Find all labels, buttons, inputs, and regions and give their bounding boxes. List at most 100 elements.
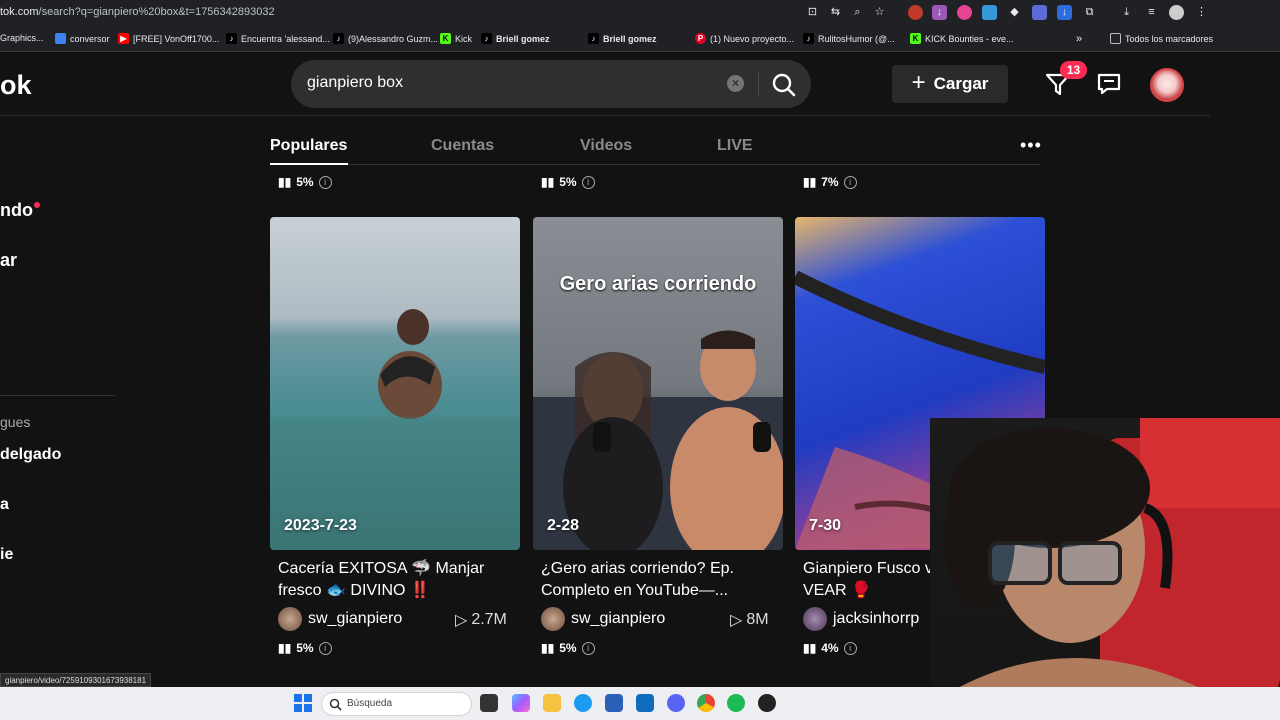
video-thumbnail[interactable]: 2023-7-23 [270,217,520,550]
app-icon[interactable] [758,694,776,712]
taskbar-search-placeholder: Búsqueda [347,698,393,709]
webcam-overlay [930,418,1280,698]
extension-diamond-icon[interactable]: ◆ [1007,5,1022,20]
bookmark-item[interactable]: Graphics... [0,33,44,43]
tiktok-icon: ♪ [333,33,344,44]
user-avatar[interactable] [1150,68,1184,102]
tab-live[interactable]: LIVE [717,137,753,155]
bookmark-item[interactable]: K KICK Bounties - eve... [910,33,1014,44]
bookmark-item[interactable]: conversor [55,33,110,44]
extension-icon-7[interactable]: ↓ [1057,5,1072,20]
extensions-puzzle-icon[interactable]: ⧉ [1082,5,1097,20]
tiktok-logo[interactable]: ok [0,70,32,101]
store-icon[interactable] [605,694,623,712]
video-date: 7-30 [809,517,842,534]
sidebar-account[interactable]: ie [0,546,13,564]
bookmark-item[interactable]: ♪ Briell gomez [588,33,657,44]
bookmark-item[interactable]: K Kick [440,33,472,44]
sidebar-account[interactable]: delgado [0,446,61,464]
sidebar-item-siguiendo[interactable]: ndo [0,200,33,221]
info-icon[interactable]: i [581,641,595,655]
video-title[interactable]: ¿Gero arias corriendo? Ep. Completo en Y… [541,558,781,602]
author-name: sw_gianpiero [308,610,403,627]
clear-search-icon[interactable]: × [727,75,744,92]
bookmark-item[interactable]: ♪ RulitosHumor (@... [803,33,895,44]
bookmark-star-icon[interactable]: ☆ [872,5,887,20]
taskbar-search[interactable]: Búsqueda [321,692,472,716]
downloads-icon[interactable]: ⤓ [1119,5,1134,20]
bar-chart-icon: ▮▮ [803,641,817,655]
views-value: 8M [746,611,769,628]
extension-icon-3[interactable] [957,5,972,20]
media-icon[interactable]: ≡ [1144,5,1159,20]
video-author[interactable]: sw_gianpiero [541,607,665,631]
bar-chart-icon: ▮▮ [541,641,555,655]
search-button[interactable] [765,68,803,100]
stat-value: 5% [559,175,577,189]
bookmark-item[interactable]: ♪ Encuentra 'alessand... [226,33,330,44]
bookmark-item[interactable]: P (1) Nuevo proyecto... [695,33,794,44]
sidebar-divider [0,395,115,396]
video-author[interactable]: sw_gianpiero [278,607,402,631]
copilot-icon[interactable] [512,694,530,712]
file-explorer-icon[interactable] [543,694,561,712]
folder-icon [1110,33,1121,44]
sidebar-item-explorar[interactable]: ar [0,250,17,271]
chrome-menu-icon[interactable]: ⋮ [1194,5,1209,20]
bar-chart-icon: ▮▮ [278,175,292,189]
bookmark-item[interactable]: ♪ Briell gomez [481,33,550,44]
video-thumbnail[interactable]: Gero arias corriendo 2-28 [533,217,783,550]
engagement-stat: ▮▮ 5% i [541,175,595,189]
stat-value: 7% [821,175,839,189]
more-bookmarks-icon[interactable]: » [1076,33,1082,45]
video-author[interactable]: jacksinhorrp [803,607,919,631]
all-bookmarks-folder[interactable]: Todos los marcadores [1110,33,1213,44]
new-content-dot [34,202,40,208]
bookmark-label: RulitosHumor (@... [818,33,895,44]
profile-icon[interactable] [1169,5,1184,20]
tiktok-icon: ♪ [803,33,814,44]
download-extension-icon[interactable]: ↓ [932,5,947,20]
sidebar-account[interactable]: a [0,496,9,514]
info-icon[interactable]: i [318,175,332,189]
url-field[interactable]: tok.com/search?q=gianpiero%20box&t=17563… [0,6,275,18]
youtube-icon: ▶ [118,33,129,44]
search-input[interactable]: gianpiero box [307,74,403,92]
extension-icon-4[interactable] [982,5,997,20]
task-view-icon[interactable] [480,694,498,712]
extension-icon-6[interactable] [1032,5,1047,20]
tab-cuentas[interactable]: Cuentas [431,137,494,155]
spotify-icon[interactable] [727,694,745,712]
outlook-icon[interactable] [636,694,654,712]
install-app-icon[interactable]: ⊡ [805,5,820,20]
engagement-stat: ▮▮ 5% i [541,641,595,655]
active-tab-indicator [270,163,348,165]
info-icon[interactable]: i [843,175,857,189]
windows-start-icon[interactable] [294,694,312,712]
bar-chart-icon: ▮▮ [803,175,817,189]
info-icon[interactable]: i [581,175,595,189]
info-icon[interactable]: i [318,641,332,655]
tab-populares[interactable]: Populares [270,137,347,155]
bookmark-item[interactable]: ▶ [FREE] VonOff1700... [118,33,219,44]
upload-button[interactable]: + Cargar [892,65,1008,103]
bookmark-label: Graphics... [0,33,44,43]
zoom-icon[interactable]: ⌕ [850,5,865,20]
edge-icon[interactable] [574,694,592,712]
bookmark-label: KICK Bounties - eve... [925,33,1014,44]
engagement-stat: ▮▮ 5% i [278,641,332,655]
bookmark-label: Briell gomez [496,33,550,44]
stat-value: 5% [559,641,577,655]
chrome-icon[interactable] [697,694,715,712]
bookmark-item[interactable]: ♪ (9)Alessandro Guzm... [333,33,438,44]
translate-icon[interactable]: ⇆ [828,5,843,20]
info-icon[interactable]: i [843,641,857,655]
messages-button[interactable] [1096,72,1122,96]
video-date: 2-28 [547,517,580,534]
discord-icon[interactable] [667,694,685,712]
bookmarks-bar: Graphics... conversor ▶ [FREE] VonOff1700… [0,26,1280,52]
more-options-icon[interactable]: ••• [1020,135,1042,156]
extension-icon-1[interactable] [908,5,923,20]
video-title[interactable]: Cacería EXITOSA 🦈 Manjar fresco 🐟 DIVINO… [278,558,518,602]
tab-videos[interactable]: Videos [580,137,632,155]
